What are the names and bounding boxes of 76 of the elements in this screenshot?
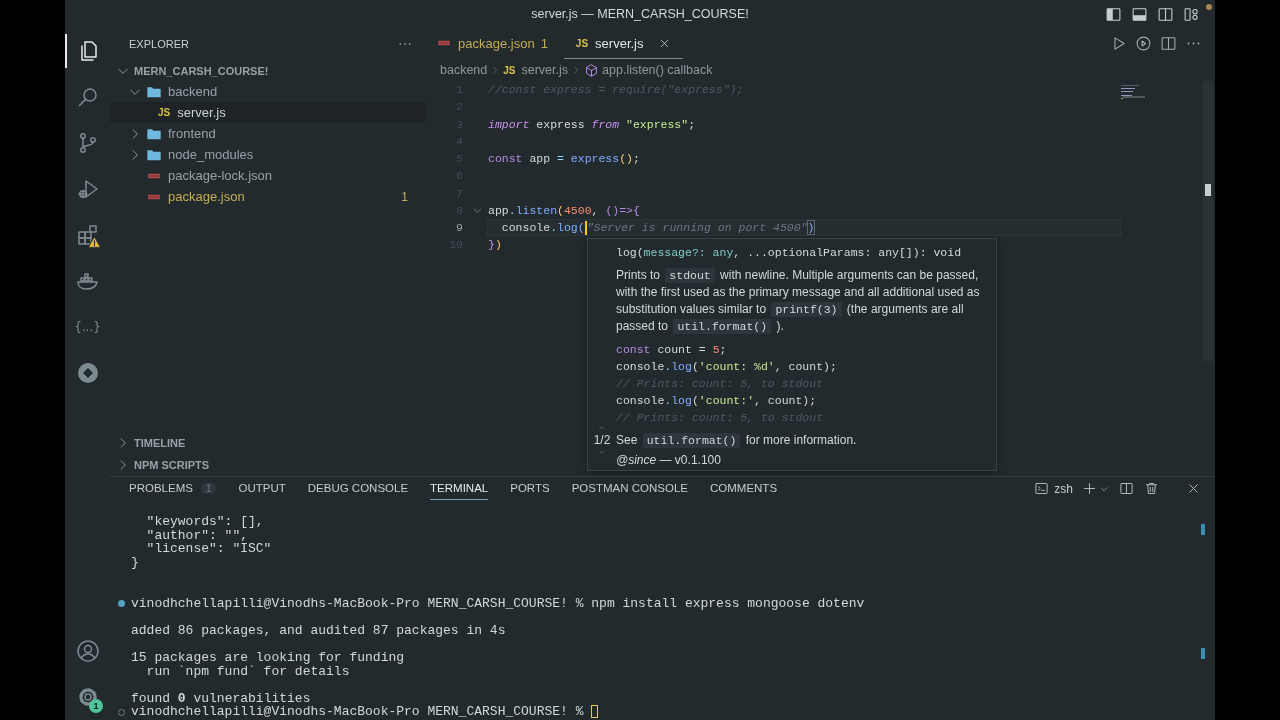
tree-item[interactable]: package.json 1 <box>110 186 425 207</box>
panel-tab[interactable]: POSTMAN CONSOLE <box>571 477 688 500</box>
diamond-circle-icon[interactable] <box>75 361 100 385</box>
scroll-marker <box>1201 648 1205 659</box>
terminal-line: found 0 vulnerabilities <box>131 691 311 706</box>
editor-tab[interactable]: JS server.js <box>563 28 683 59</box>
scroll-marker <box>1201 524 1205 535</box>
account-icon[interactable] <box>75 639 100 663</box>
code-line: import express from "express"; <box>488 117 696 131</box>
problem-count: 1 <box>401 189 409 204</box>
tree-item[interactable]: backend <box>110 81 425 102</box>
problem-count: 1 <box>540 35 548 51</box>
notification-badge: 1 <box>89 699 103 713</box>
shell-selector[interactable]: zsh <box>1034 481 1073 496</box>
cube-icon <box>584 62 600 78</box>
split-terminal-icon[interactable] <box>1119 481 1134 496</box>
terminal-line: vinodhchellapilli@Vinodhs-MacBook-Pro MERN_CARSH_COURSE! % npm install express mongoose dotenv <box>131 596 865 611</box>
panel-tab[interactable]: COMMENTS <box>710 477 778 500</box>
run-debug-icon[interactable] <box>1135 35 1152 52</box>
code-line: app.listen(4500, ()=>{ <box>488 203 640 217</box>
editor-tab[interactable]: package.json 1 <box>425 28 560 59</box>
panel-tab[interactable]: PORTS <box>510 477 550 500</box>
folder-header[interactable]: MERN_CARSH_COURSE! <box>110 60 425 81</box>
terminal-icon <box>1034 481 1050 496</box>
panel-tab[interactable]: OUTPUT <box>238 477 286 500</box>
terminal-line: 15 packages are looking for funding <box>131 650 405 665</box>
sidebar-toggle-icon[interactable] <box>1105 5 1122 23</box>
braces-label[interactable]: {...} <box>74 320 101 334</box>
terminal-line: "keywords": [], <box>145 515 264 529</box>
code-line: }) <box>488 238 502 252</box>
section-header[interactable]: TIMELINE <box>110 432 425 454</box>
panel-tab[interactable]: PROBLEMS 1 <box>129 477 217 500</box>
doc-paragraph: Prints to stdout with newline. Multiple arguments can be passed, with the first used as the primary message and all additional used as substitution values similar to printf(3) (the arguments are all passed to util.format() ). <box>616 267 981 335</box>
tree-item[interactable]: JS server.js <box>110 102 425 123</box>
line-number: 9 <box>455 221 463 235</box>
since-note: @since — v0.1.100 <box>616 452 722 468</box>
extensions-icon[interactable] <box>75 223 100 247</box>
breadcrumb-item[interactable]: JS server.js <box>503 63 569 77</box>
problem-count: 1 <box>200 482 217 494</box>
trash-icon[interactable] <box>1144 481 1159 496</box>
js-icon: JS <box>575 37 589 49</box>
page-counter: 1/2 <box>593 433 611 447</box>
layout-icon[interactable] <box>1183 5 1200 23</box>
panel-tab[interactable]: TERMINAL <box>430 477 489 500</box>
terminal-line: added 86 packages, and audited 87 packages in 4s <box>131 623 506 638</box>
terminal-line: run `npm fund` for details <box>145 664 350 679</box>
breadcrumb-item[interactable]: backend <box>440 63 488 77</box>
active-indicator <box>65 34 67 68</box>
split-layout-icon[interactable] <box>1157 5 1174 23</box>
window-title: server.js — MERN_CARSH_COURSE! <box>531 7 749 21</box>
terminal-line: } <box>131 555 139 570</box>
code-line: const count = 5; <box>616 342 728 358</box>
panel-tab[interactable]: DEBUG CONSOLE <box>307 477 409 500</box>
js-icon: JS <box>503 64 516 76</box>
section-header[interactable]: NPM SCRIPTS <box>110 454 425 476</box>
scrollbar[interactable] <box>1203 81 1213 361</box>
js-icon: JS <box>158 107 171 118</box>
signature: log(message?: any, ...optionalParams: any[]): void <box>616 244 963 261</box>
tree-item[interactable]: node_modules <box>110 144 425 165</box>
notification-dot <box>1206 4 1212 10</box>
plus-icon[interactable] <box>1082 481 1097 496</box>
tree-item[interactable]: package-lock.json <box>110 165 425 186</box>
run-debug-icon[interactable] <box>75 177 100 201</box>
doc-paragraph: See util.format() for more information. <box>616 432 858 449</box>
code-line: console.log('count:', count); <box>616 393 818 409</box>
close-icon[interactable] <box>1186 481 1201 496</box>
panel-toggle-icon[interactable] <box>1131 5 1148 23</box>
terminal-line: "license": "ISC" <box>145 542 272 556</box>
code-line: console.log('count: %d', count); <box>616 359 838 375</box>
terminal-line: "author": "", <box>145 528 249 543</box>
breadcrumb-item[interactable]: app.listen() callback <box>584 62 713 78</box>
tree-item[interactable]: frontend <box>110 123 425 144</box>
terminal-line: vinodhchellapilli@Vinodhs-MacBook-Pro MERN_CARSH_COURSE! % <box>131 705 599 719</box>
panel-title: EXPLORER <box>129 38 190 50</box>
split-editor-icon[interactable] <box>1160 35 1177 52</box>
code-line: const app = express(); <box>488 152 640 166</box>
